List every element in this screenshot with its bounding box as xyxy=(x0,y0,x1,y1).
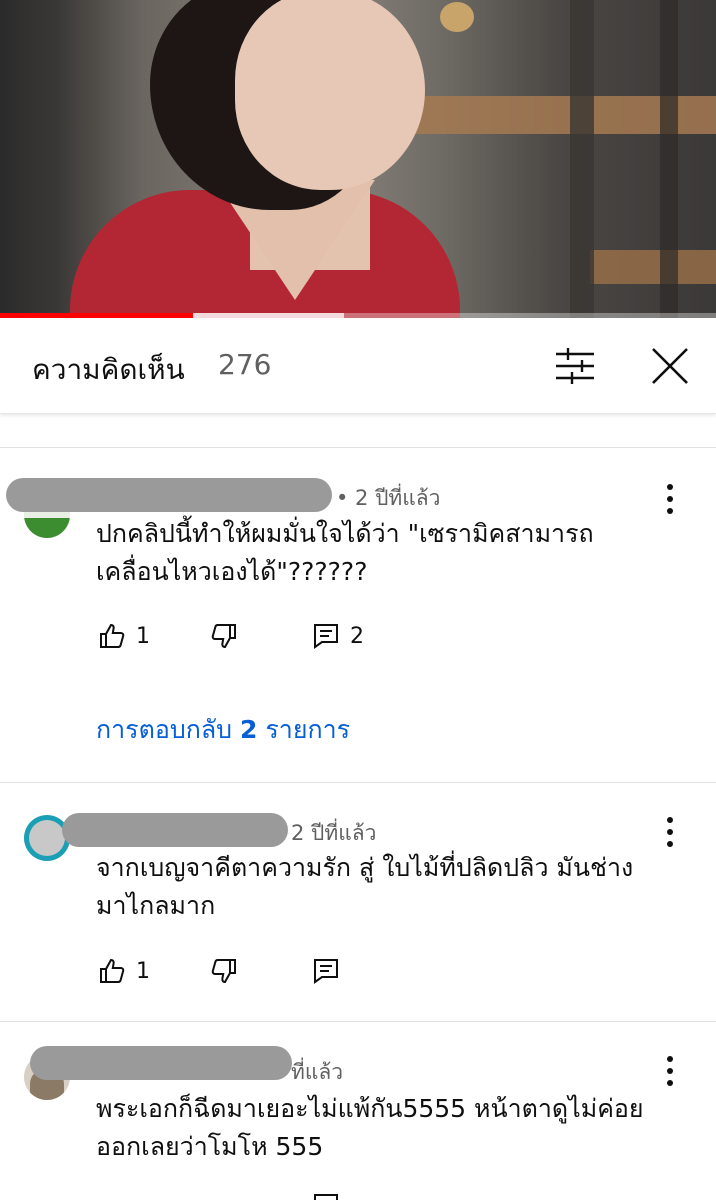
like-count: 1 xyxy=(136,623,150,649)
comments-title: ความคิดเห็น xyxy=(32,353,185,386)
comment-text-line: ออกเลยว่าโมโห 555 xyxy=(96,1132,324,1161)
comments-header: ความคิดเห็น 276 xyxy=(0,318,716,414)
background-post xyxy=(660,0,678,318)
comment-time: • 2 ปีที่แล้ว xyxy=(336,486,441,510)
comment-icon xyxy=(314,624,338,649)
thumbs-down-icon xyxy=(211,624,236,649)
comment-time: 2 ปีที่แล้ว xyxy=(291,821,377,845)
redacted-username[interactable] xyxy=(62,813,288,847)
comment-time: ที่แล้ว xyxy=(291,1060,344,1084)
reply-button[interactable]: 2 xyxy=(312,622,364,650)
avatar-shape xyxy=(29,820,65,856)
replies-link-suffix: รายการ xyxy=(257,715,351,744)
comment-item: • 2 ปีที่แล้ว ปกคลิปนี้ทำให้ผมมั่นใจได้ว… xyxy=(0,460,716,780)
comment-text-line: เคลื่อนไหวเองได้"?????? xyxy=(96,557,368,586)
video-player[interactable] xyxy=(0,0,716,318)
replies-link-label: การตอบกลับ xyxy=(96,715,240,744)
dislike-button[interactable] xyxy=(210,957,238,985)
background-lamp xyxy=(440,2,474,32)
replies-link-count: 2 xyxy=(240,715,258,744)
more-options-icon[interactable] xyxy=(660,1054,680,1088)
comment-item: ที่แล้ว พระเอกก็ฉีดมาเยอะไม่แพ้กัน5555 ห… xyxy=(0,1034,716,1200)
comments-count: 276 xyxy=(218,348,272,381)
dislike-button[interactable] xyxy=(210,622,238,650)
section-divider xyxy=(0,447,716,448)
more-options-icon[interactable] xyxy=(660,482,680,516)
comment-text: ปกคลิปนี้ทำให้ผมมั่นใจได้ว่า "เซรามิคสาม… xyxy=(96,515,686,591)
comment-text-line: จากเบญจาคีตาความรัก สู่ ใบไม้ที่ปลิดปลิว… xyxy=(96,853,634,882)
comment-text-line: ปกคลิปนี้ทำให้ผมมั่นใจได้ว่า "เซรามิคสาม… xyxy=(96,519,594,548)
background-post xyxy=(570,0,594,318)
reply-button[interactable] xyxy=(312,957,340,985)
reply-count: 2 xyxy=(350,623,364,649)
comment-divider xyxy=(0,782,716,783)
redacted-username[interactable] xyxy=(30,1046,292,1080)
view-replies-link[interactable]: การตอบกลับ 2 รายการ xyxy=(96,710,350,750)
comment-text-line: พระเอกก็ฉีดมาเยอะไม่แพ้กัน5555 หน้าตาดูไ… xyxy=(96,1094,644,1123)
comment-icon xyxy=(314,1194,338,1200)
filter-sliders-icon[interactable] xyxy=(552,346,598,386)
thumbs-up-icon xyxy=(100,623,125,648)
more-options-icon[interactable] xyxy=(660,815,680,849)
reply-button[interactable] xyxy=(312,1192,340,1200)
close-icon[interactable] xyxy=(650,346,690,386)
video-person-face xyxy=(235,0,425,190)
comment-text-line: มาไกลมาก xyxy=(96,891,216,920)
comment-text: จากเบญจาคีตาความรัก สู่ ใบไม้ที่ปลิดปลิว… xyxy=(96,849,686,925)
thumbs-down-icon xyxy=(211,959,236,984)
background-shelf xyxy=(590,250,716,284)
comment-item: 2 ปีที่แล้ว จากเบญจาคีตาความรัก สู่ ใบไม… xyxy=(0,795,716,1020)
avatar-shape xyxy=(24,518,70,538)
like-button[interactable]: 1 xyxy=(98,957,150,985)
comment-divider xyxy=(0,1021,716,1022)
like-count: 1 xyxy=(136,958,150,984)
comment-icon xyxy=(314,959,338,984)
redacted-username[interactable] xyxy=(6,478,332,512)
like-button[interactable]: 1 xyxy=(98,622,150,650)
comment-text: พระเอกก็ฉีดมาเยอะไม่แพ้กัน5555 หน้าตาดูไ… xyxy=(96,1090,686,1166)
thumbs-up-icon xyxy=(100,958,125,983)
